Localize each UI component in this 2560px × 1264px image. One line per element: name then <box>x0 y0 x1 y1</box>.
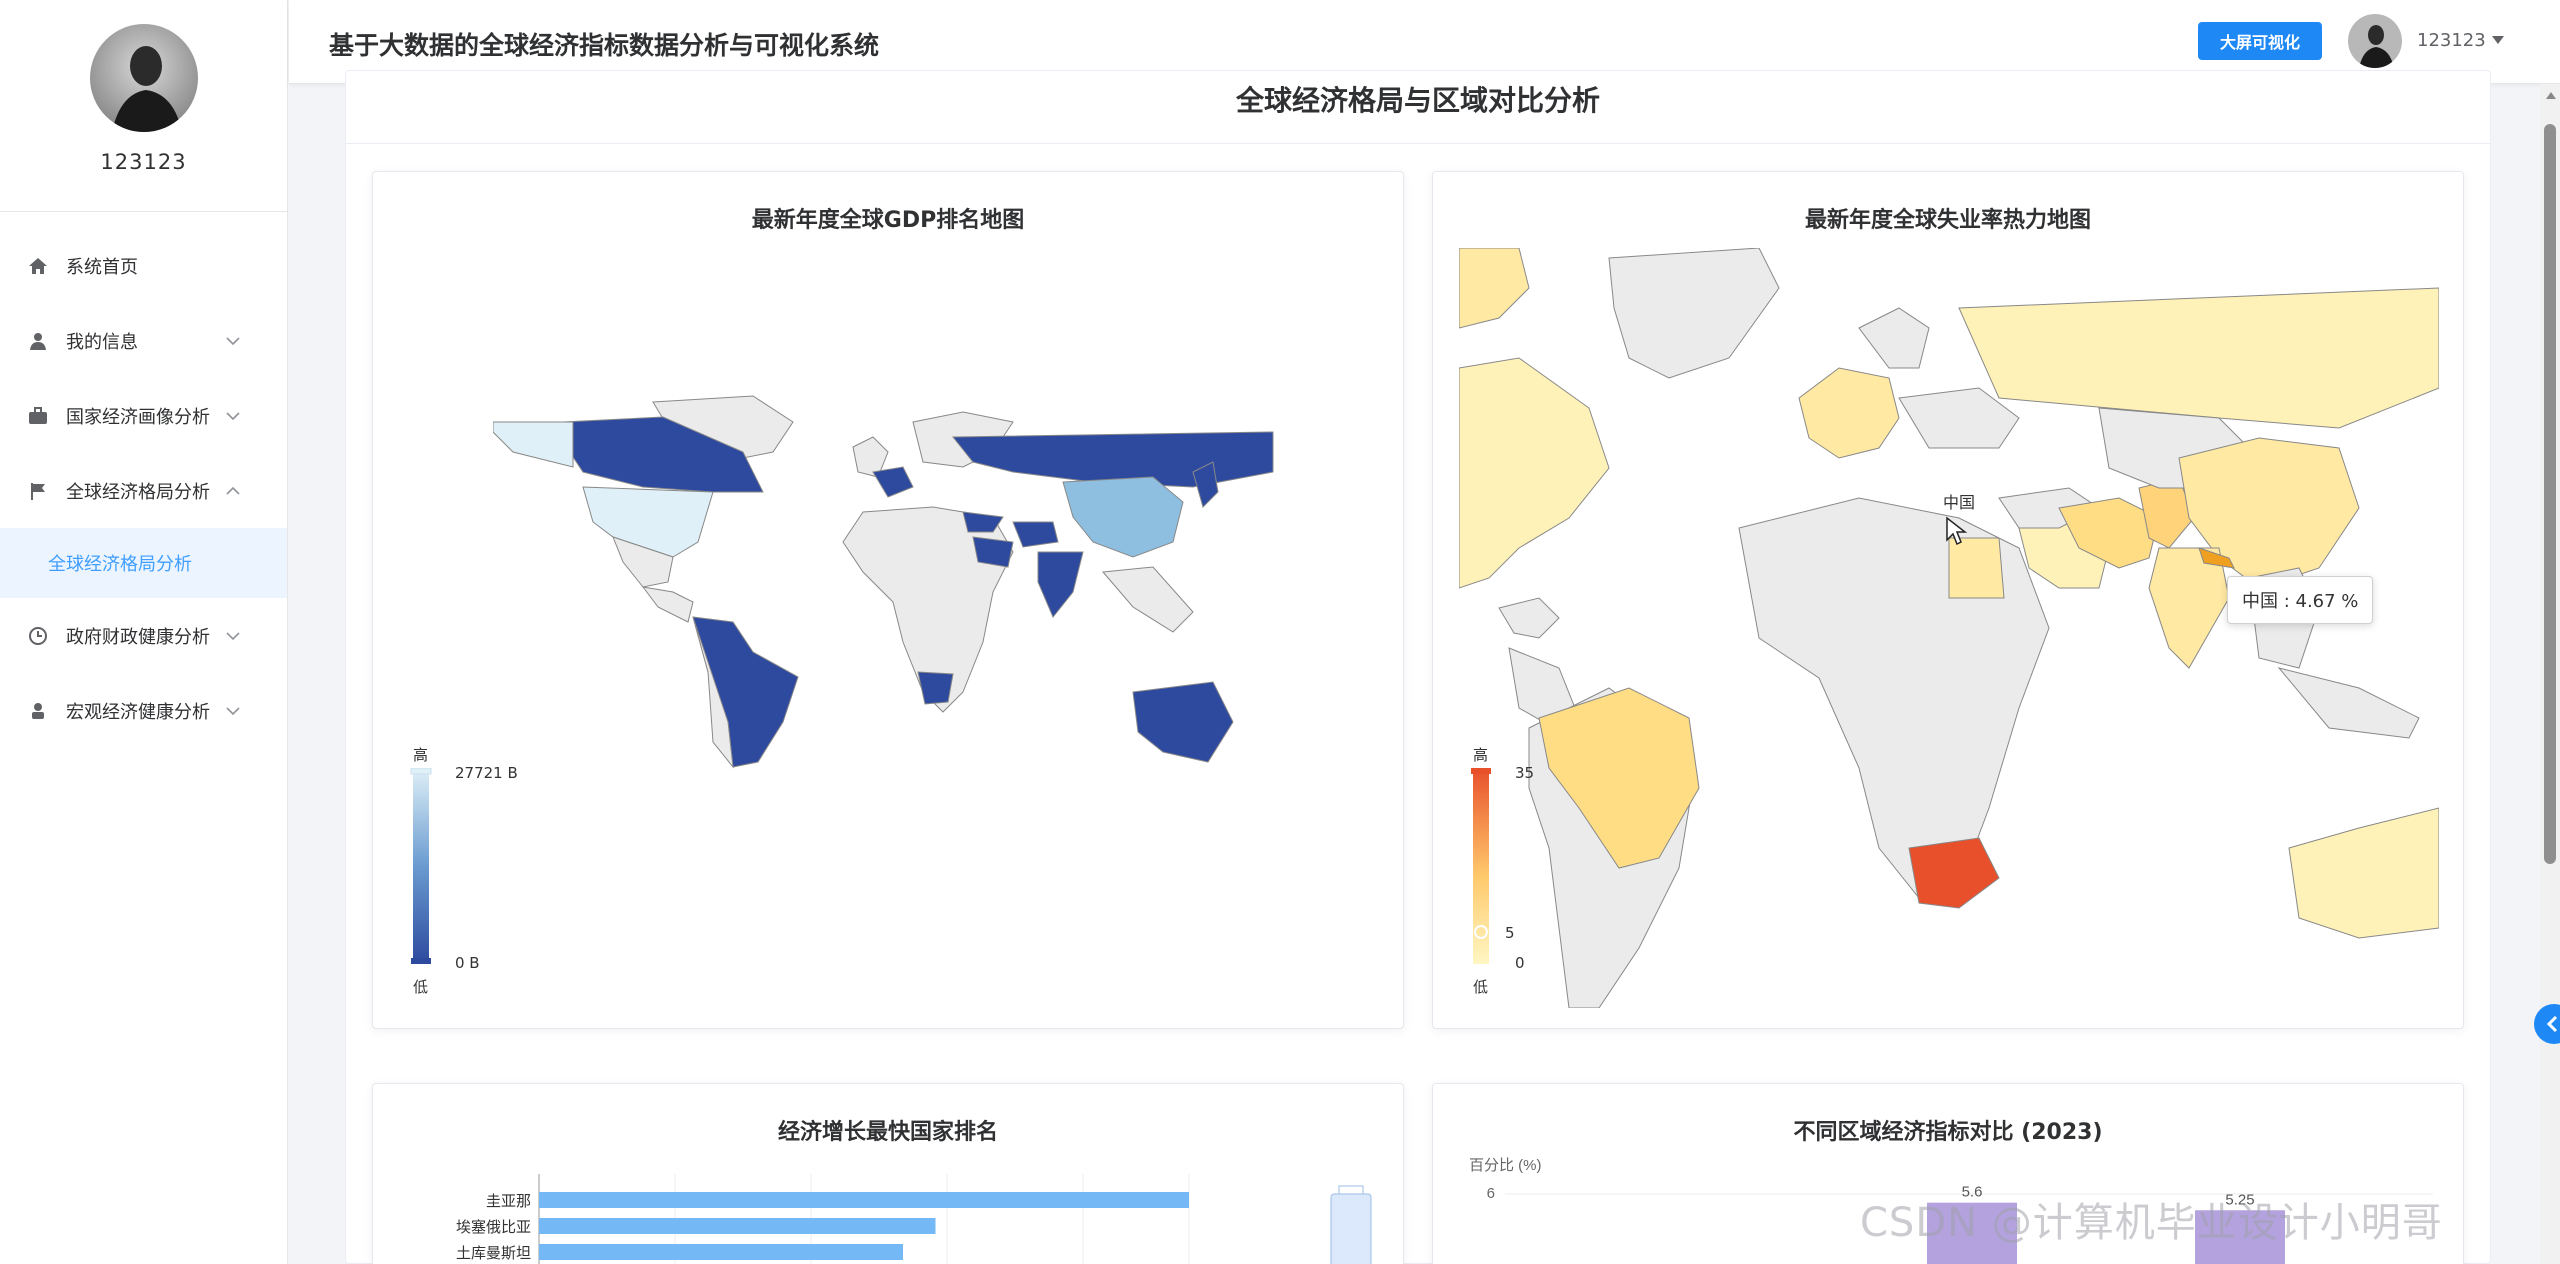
person-icon <box>28 701 48 721</box>
sidebar-item-label: 我的信息 <box>66 331 138 353</box>
clock-icon <box>28 626 48 646</box>
china-map-label: 中国 <box>1943 494 1975 512</box>
growth-ranking-panel: 经济增长最快国家排名 圭亚那埃塞俄比亚土库曼斯坦 <box>372 1083 1404 1264</box>
unemployment-legend-low: 低 <box>1473 978 1489 996</box>
bar[interactable] <box>539 1218 936 1234</box>
big-screen-button[interactable]: 大屏可视化 <box>2198 22 2322 60</box>
sidebar-item-label: 政府财政健康分析 <box>66 626 210 648</box>
category-label: 土库曼斯坦 <box>456 1245 531 1262</box>
category-label: 圭亚那 <box>486 1193 531 1210</box>
sidebar-username: 123123 <box>100 150 187 174</box>
sidebar-item-fiscal-health[interactable]: 政府财政健康分析 <box>0 598 287 673</box>
watermark: CSDN @计算机毕业设计小明哥 <box>1860 1200 2443 1246</box>
chevron-up-icon <box>226 486 240 495</box>
main-section: 全球经济格局与区域对比分析 最新年度全球GDP排名地图 高 27721 B 0 … <box>345 70 2491 1264</box>
unemployment-world-map[interactable]: 中国 <box>1459 248 2439 1008</box>
gdp-world-map[interactable] <box>493 392 1283 772</box>
chevron-down-icon <box>226 631 240 640</box>
sidebar-item-country-profile[interactable]: 国家经济画像分析 <box>0 378 287 453</box>
unemployment-map-title: 最新年度全球失业率热力地图 <box>1804 208 2091 233</box>
unemployment-legend-5: 5 <box>1505 924 1515 942</box>
gdp-legend-low: 低 <box>413 978 429 996</box>
gdp-map-title: 最新年度全球GDP排名地图 <box>751 208 1025 233</box>
flag-icon <box>28 481 48 501</box>
bar[interactable] <box>539 1244 903 1260</box>
chevron-left-icon <box>2546 1015 2558 1033</box>
header-username[interactable]: 123123 <box>2417 30 2486 51</box>
growth-chart-title: 经济增长最快国家排名 <box>777 1120 998 1145</box>
map-tooltip: 中国 : 4.67 % <box>2227 576 2374 624</box>
data-zoom-slider <box>1330 1193 1372 1264</box>
page-title: 基于大数据的全球经济指标数据分析与可视化系统 <box>329 31 880 60</box>
chevron-down-icon <box>226 336 240 345</box>
section-title: 全球经济格局与区域对比分析 <box>1235 84 1600 117</box>
sidebar: 123123 系统首页 我的信息 国家经济画像分析 全球经济格局分析 全球经济格… <box>0 0 288 1264</box>
unemployment-map-panel: 最新年度全球失业率热力地图 中国 中国: 4.67 % 高 35 5 0 低 <box>1432 171 2464 1029</box>
side-menu: 系统首页 我的信息 国家经济画像分析 全球经济格局分析 全球经济格局分析 政府财… <box>0 228 287 748</box>
gdp-legend-high: 高 <box>413 746 429 764</box>
header-avatar[interactable] <box>2348 14 2402 68</box>
user-profile: 123123 <box>0 0 287 212</box>
avatar[interactable] <box>89 24 198 132</box>
sidebar-item-label: 国家经济画像分析 <box>66 406 210 428</box>
y-axis-label: 百分比 (%) <box>1469 1157 1542 1174</box>
unemployment-legend-0: 0 <box>1515 954 1525 972</box>
avatar-image <box>89 24 198 132</box>
divider <box>346 143 2490 144</box>
gdp-map-panel: 最新年度全球GDP排名地图 高 27721 B 0 B 低 <box>372 171 1404 1029</box>
region-chart-title: 不同区域经济指标对比 (2023) <box>1793 1120 2103 1145</box>
growth-bar-chart[interactable]: 圭亚那埃塞俄比亚土库曼斯坦 <box>373 1174 1404 1264</box>
unemployment-legend-high: 高 <box>1473 746 1489 764</box>
gdp-legend-min: 0 B <box>455 954 480 972</box>
data-zoom-handle <box>1338 1185 1364 1195</box>
gdp-legend-max: 27721 B <box>455 764 518 782</box>
page-scrollbar[interactable] <box>2540 84 2560 1264</box>
category-label: 埃塞俄比亚 <box>456 1218 531 1236</box>
sidebar-item-label: 全球经济格局分析 <box>66 481 210 503</box>
home-icon <box>28 256 48 276</box>
sidebar-item-label: 宏观经济健康分析 <box>66 701 210 723</box>
sidebar-item-my-info[interactable]: 我的信息 <box>0 303 287 378</box>
sidebar-subitem-global-pattern[interactable]: 全球经济格局分析 <box>0 528 287 598</box>
scrollbar-thumb[interactable] <box>2544 124 2556 864</box>
unemployment-legend-bar[interactable] <box>1467 768 1495 964</box>
sidebar-item-macro-health[interactable]: 宏观经济健康分析 <box>0 673 287 748</box>
bar[interactable] <box>539 1192 1189 1208</box>
gdp-legend-bar[interactable] <box>407 768 435 964</box>
chevron-down-icon <box>226 706 240 715</box>
scroll-up-arrow-icon[interactable] <box>2546 92 2556 99</box>
side-panel-toggle[interactable] <box>2534 1004 2560 1044</box>
y-tick-label: 6 <box>1487 1185 1495 1202</box>
caret-down-icon[interactable] <box>2492 36 2504 44</box>
chevron-down-icon <box>226 411 240 420</box>
briefcase-icon <box>28 406 48 426</box>
unemployment-legend-max: 35 <box>1515 764 1535 782</box>
avatar-image <box>2348 14 2402 68</box>
sidebar-item-label: 系统首页 <box>66 256 138 278</box>
sidebar-item-global-pattern[interactable]: 全球经济格局分析 <box>0 453 287 528</box>
sidebar-item-home[interactable]: 系统首页 <box>0 228 287 303</box>
user-icon <box>28 331 48 351</box>
